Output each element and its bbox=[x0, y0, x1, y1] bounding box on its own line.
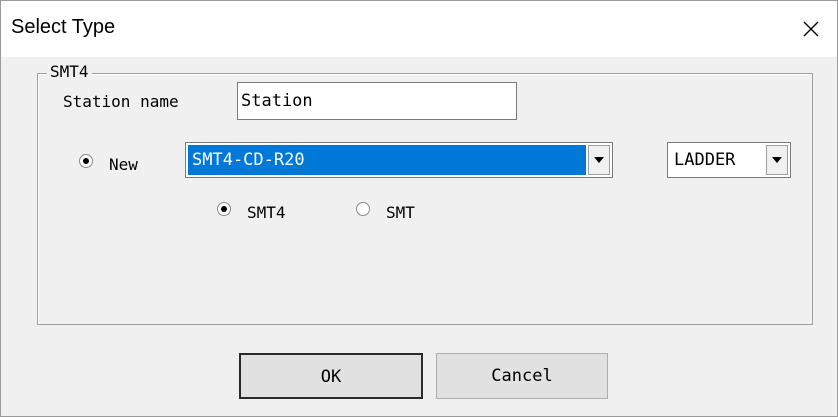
group-label: SMT4 bbox=[47, 63, 92, 81]
cancel-button[interactable]: Cancel bbox=[436, 353, 608, 399]
new-radio[interactable] bbox=[79, 154, 93, 168]
language-select[interactable]: LADDER bbox=[667, 142, 791, 178]
title-bar: Select Type bbox=[1, 1, 837, 57]
new-radio-label: New bbox=[109, 155, 138, 174]
smt-radio-label: SMT bbox=[386, 203, 415, 222]
close-button[interactable] bbox=[785, 1, 837, 57]
language-select-value: LADDER bbox=[674, 150, 736, 170]
close-icon bbox=[803, 21, 819, 37]
chevron-down-icon bbox=[772, 157, 782, 163]
dialog-title: Select Type bbox=[11, 16, 116, 38]
model-select-dropdown-button[interactable] bbox=[588, 145, 610, 175]
ok-button[interactable]: OK bbox=[239, 353, 423, 399]
smt4-radio[interactable] bbox=[217, 202, 231, 216]
smt4-radio-label: SMT4 bbox=[247, 203, 286, 222]
model-select-value: SMT4-CD-R20 bbox=[188, 145, 586, 175]
smt-radio[interactable] bbox=[356, 202, 370, 216]
select-type-dialog: Select Type SMT4 Station name Station Ne… bbox=[0, 0, 838, 417]
chevron-down-icon bbox=[594, 157, 604, 163]
model-select[interactable]: SMT4-CD-R20 bbox=[185, 142, 613, 178]
station-name-label: Station name bbox=[63, 92, 179, 111]
station-name-input[interactable]: Station bbox=[237, 82, 517, 120]
language-select-dropdown-button[interactable] bbox=[766, 145, 788, 175]
